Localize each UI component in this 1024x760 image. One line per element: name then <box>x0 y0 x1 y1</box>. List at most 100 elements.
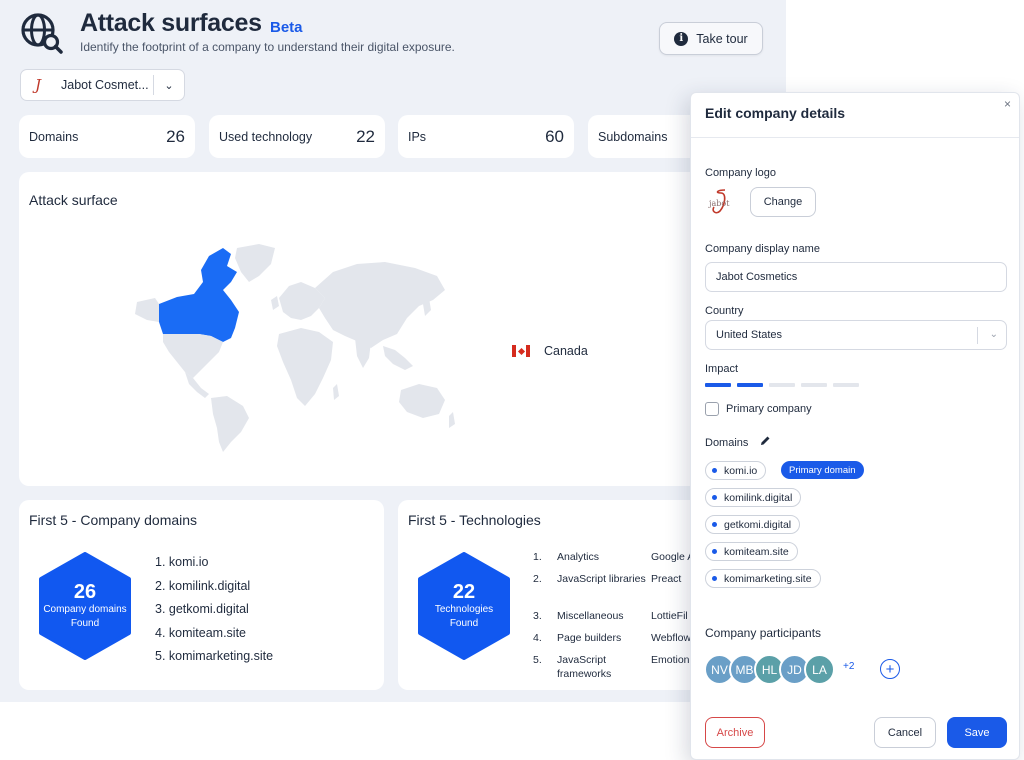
map-australia <box>399 384 445 418</box>
map-india <box>355 338 371 368</box>
attack-surface-title: Attack surface <box>29 192 118 208</box>
list-item[interactable]: 3. getkomi.digital <box>155 602 273 626</box>
table-row[interactable]: 4. Page builders Webflow <box>533 631 694 653</box>
attack-surface-panel: Attack surface Canada <box>19 172 764 486</box>
stat-label: IPs <box>408 129 427 144</box>
stat-label: Used technology <box>219 129 313 144</box>
country-label: Country <box>705 305 744 317</box>
list-item[interactable]: 4. komiteam.site <box>155 626 273 650</box>
list-item[interactable]: 5. komimarketing.site <box>155 649 273 673</box>
technologies-count-label: Technologies <box>434 604 494 615</box>
technologies-count-badge: 22 Technologies Found <box>416 552 512 660</box>
technologies-title: First 5 - Technologies <box>408 512 541 528</box>
domain-pill[interactable]: komiteam.site <box>705 542 798 561</box>
map-greenland <box>235 244 275 282</box>
map-alaska <box>135 298 159 322</box>
company-domains-panel: First 5 - Company domains 26 Company dom… <box>19 500 384 690</box>
chevron-down-icon[interactable]: ⌄ <box>154 79 184 92</box>
select-separator <box>977 327 978 344</box>
table-row[interactable]: 3. Miscellaneous LottieFil <box>533 609 694 631</box>
cancel-button[interactable]: Cancel <box>874 717 936 748</box>
row-number: 2. <box>533 573 542 585</box>
pencil-icon[interactable] <box>759 435 771 447</box>
domains-list: 1. komi.io 2. komilink.digital 3. getkom… <box>155 555 273 673</box>
map-uk <box>271 296 279 310</box>
map-new-zealand <box>449 412 455 428</box>
company-select-value: Jabot Cosmet... <box>61 78 149 92</box>
map-madagascar <box>333 384 339 400</box>
company-select[interactable]: J Jabot Cosmet... ⌄ <box>20 69 185 101</box>
table-row[interactable]: 2. JavaScript libraries Preact <box>533 572 694 609</box>
archive-button[interactable]: Archive <box>705 717 765 748</box>
domains-count: 26 <box>73 581 97 603</box>
row-number: 4. <box>533 632 542 644</box>
domain-pill-label: komilink.digital <box>724 491 793 504</box>
more-participants-count[interactable]: +2 <box>843 661 854 672</box>
table-row[interactable]: 1. Analytics Google A <box>533 550 694 572</box>
beta-badge: Beta <box>270 19 303 36</box>
change-logo-button[interactable]: Change <box>750 187 816 217</box>
stat-card-domains[interactable]: Domains 26 <box>19 115 195 158</box>
row-category: Miscellaneous <box>557 610 624 622</box>
domains-count-label: Company domains <box>43 604 127 615</box>
row-category: Page builders <box>557 632 622 644</box>
impact-segment[interactable] <box>801 383 827 387</box>
domains-label: Domains <box>705 437 749 449</box>
domains-count-label-2: Found <box>70 618 100 629</box>
impact-meter[interactable] <box>705 383 859 387</box>
stat-label: Subdomains <box>598 129 668 144</box>
row-number: 5. <box>533 654 542 666</box>
country-value: United States <box>716 329 783 341</box>
country-select[interactable]: United States ⌄ <box>705 320 1007 350</box>
map-country-canada <box>159 248 239 342</box>
impact-segment[interactable] <box>833 383 859 387</box>
impact-segment[interactable] <box>769 383 795 387</box>
map-south-america <box>211 396 249 452</box>
stat-card-ips[interactable]: IPs 60 <box>398 115 574 158</box>
domain-pill[interactable]: komimarketing.site <box>705 569 821 588</box>
participants-label: Company participants <box>705 626 822 640</box>
domains-count-badge: 26 Company domains Found <box>37 552 133 660</box>
modal-divider <box>691 137 1019 138</box>
row-category: Analytics <box>557 551 600 563</box>
domain-pill[interactable]: komilink.digital <box>705 488 802 507</box>
domain-pill-label: komimarketing.site <box>724 572 812 585</box>
world-map <box>135 244 455 452</box>
take-tour-label: Take tour <box>696 31 748 46</box>
take-tour-button[interactable]: i Take tour <box>659 22 763 55</box>
plus-circle-icon[interactable]: + <box>880 659 900 679</box>
map-legend-item[interactable]: Canada <box>512 344 588 358</box>
company-logo-label: Company logo <box>705 167 776 179</box>
table-row[interactable]: 5. JavaScript frameworks Emotion <box>533 653 694 683</box>
list-item[interactable]: 2. komilink.digital <box>155 579 273 603</box>
domain-pill[interactable]: getkomi.digital <box>705 515 801 534</box>
close-icon[interactable]: × <box>1004 97 1011 111</box>
map-southeast-asia <box>383 346 413 370</box>
primary-company-checkbox[interactable] <box>705 402 719 416</box>
edit-company-modal: Edit company details × Company logo jabo… <box>690 92 1020 760</box>
impact-segment[interactable] <box>705 383 731 387</box>
row-technology: LottieFil <box>651 610 688 622</box>
stat-card-used-technology[interactable]: Used technology 22 <box>209 115 385 158</box>
map-central-america <box>185 372 209 398</box>
row-number: 3. <box>533 610 542 622</box>
impact-label: Impact <box>705 363 739 375</box>
save-button[interactable]: Save <box>947 717 1007 748</box>
avatar[interactable]: LA <box>804 654 835 685</box>
jabot-logo: jabot <box>708 189 730 214</box>
technologies-count-label-2: Found <box>449 618 479 629</box>
stat-value: 60 <box>545 126 564 146</box>
company-name-input[interactable]: Jabot Cosmetics <box>705 262 1007 292</box>
primary-company-label: Primary company <box>726 403 812 415</box>
domain-pill[interactable]: komi.io <box>705 461 767 480</box>
technologies-list: 1. Analytics Google A 2. JavaScript libr… <box>533 550 694 683</box>
svg-text:jabot: jabot <box>708 199 730 208</box>
primary-domain-badge: Primary domain <box>781 461 864 479</box>
stat-label: Domains <box>29 129 79 144</box>
map-africa <box>277 328 333 406</box>
technologies-count: 22 <box>452 581 476 603</box>
canada-flag-icon <box>512 345 530 357</box>
impact-segment[interactable] <box>737 383 763 387</box>
list-item[interactable]: 1. komi.io <box>155 555 273 579</box>
chevron-down-icon[interactable]: ⌄ <box>990 329 998 340</box>
